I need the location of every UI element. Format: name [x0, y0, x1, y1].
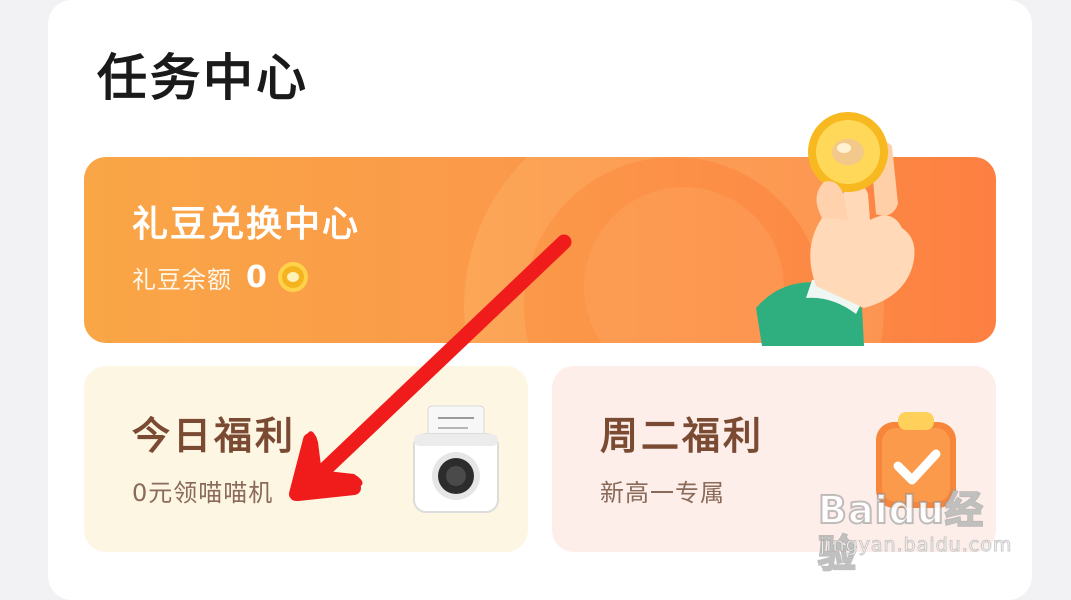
printer-icon [413, 405, 499, 513]
page-title: 任务中心 [97, 49, 309, 107]
baidu-jingyan-watermark: Baidu经验 jingyan.baidu.com [817, 487, 1018, 577]
today-welfare-tile[interactable]: 今日福利 0元领喵喵机 [84, 366, 528, 552]
bean-coin-icon [277, 262, 308, 292]
bean-balance-value: 0 [246, 259, 267, 295]
tile-subtitle-tuesday: 新高一专属 [600, 479, 725, 507]
bean-balance-row: 礼豆余额 0 [132, 257, 309, 297]
watermark-logo: Baidu经验 [817, 487, 984, 577]
hand-holding-coin-icon [756, 112, 915, 346]
bean-balance-label: 礼豆余额 [132, 265, 232, 294]
tile-title-tuesday: 周二福利 [600, 414, 765, 458]
tile-subtitle-today: 0元领喵喵机 [132, 479, 274, 507]
banner-title: 礼豆兑换中心 [132, 204, 361, 245]
tile-title-today: 今日福利 [132, 414, 297, 458]
watermark-url: jingyan.baidu.com [819, 534, 1013, 557]
